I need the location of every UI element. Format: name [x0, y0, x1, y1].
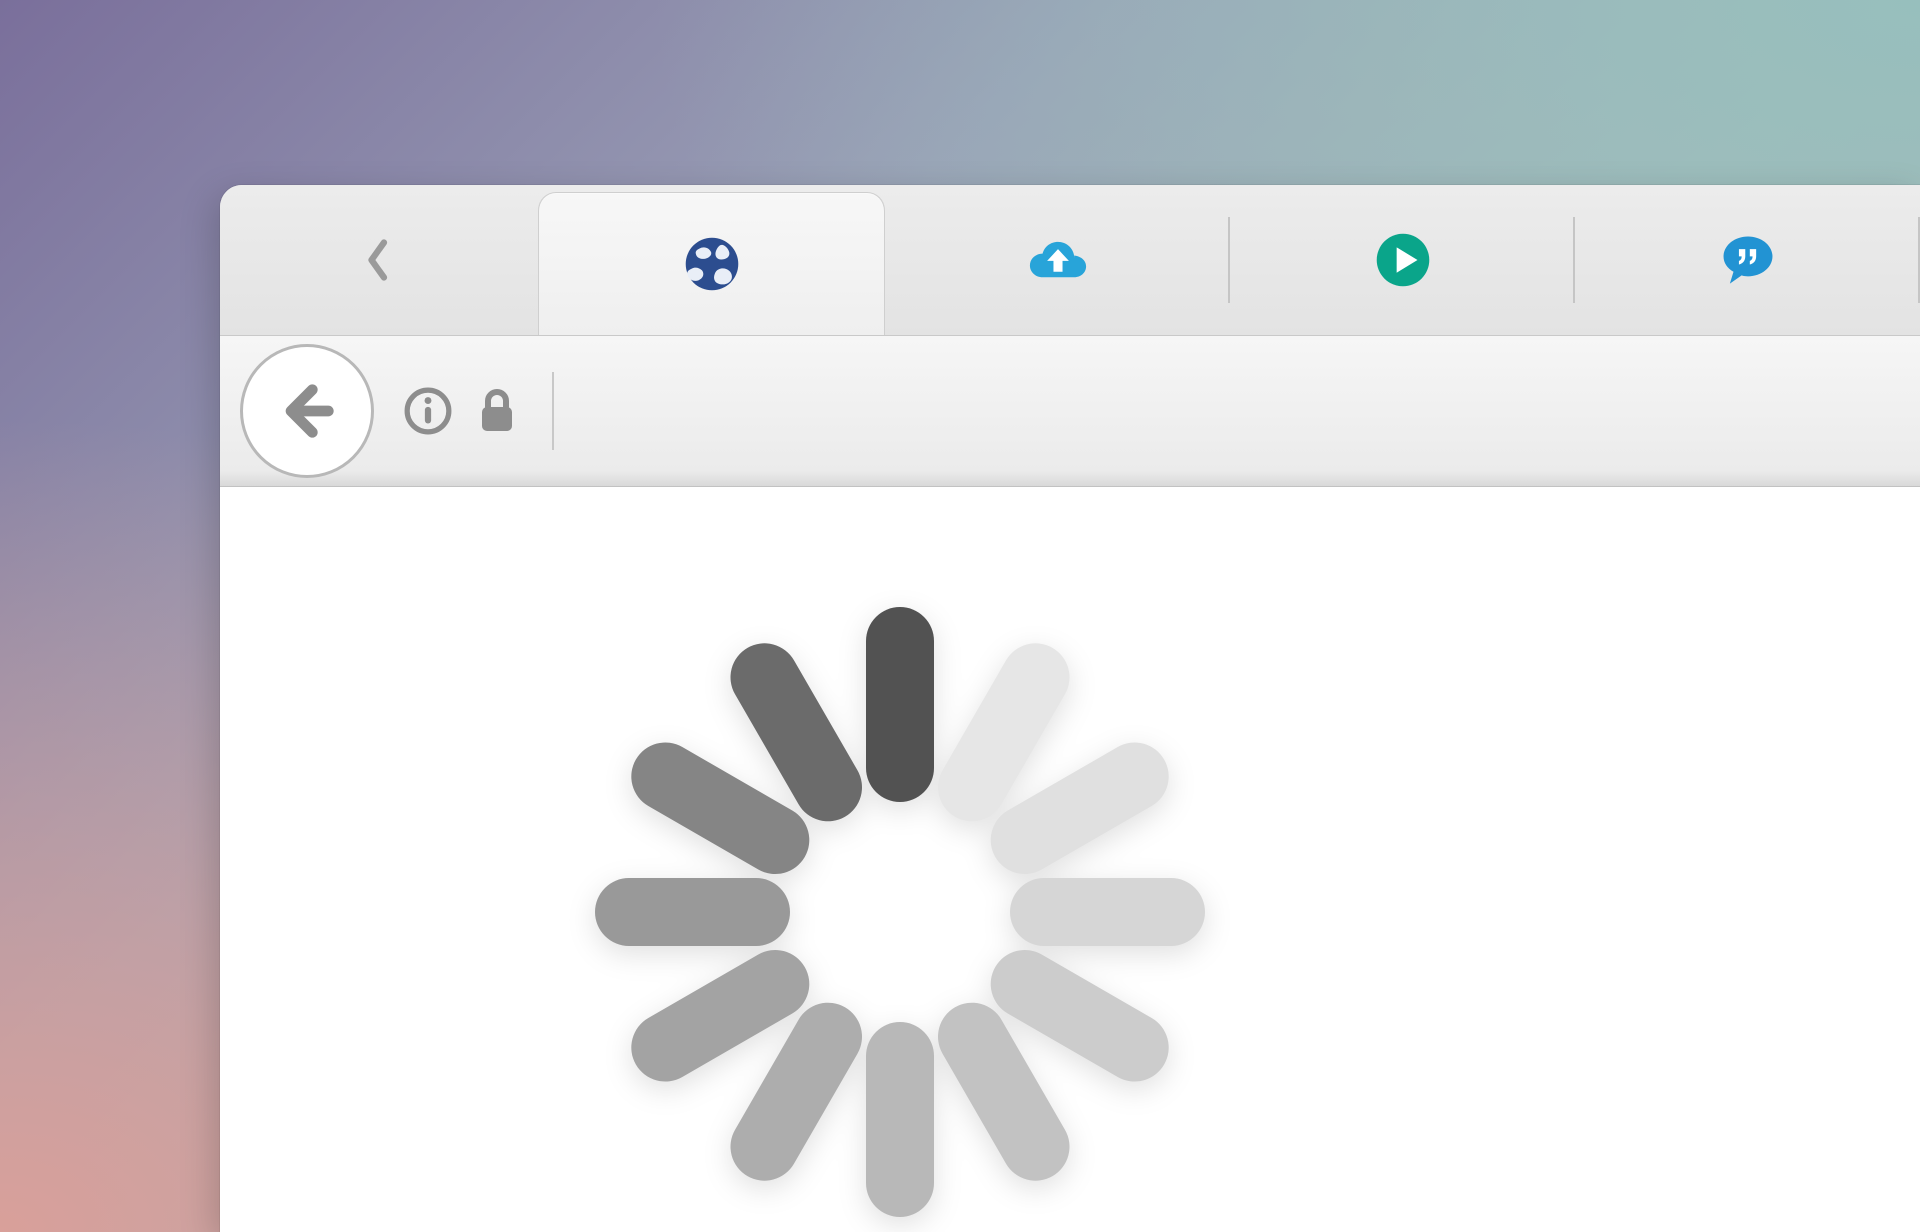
lock-icon: [477, 387, 517, 435]
tab-play[interactable]: [1230, 185, 1575, 335]
cloud-upload-icon: [1029, 231, 1087, 289]
lock-indicator[interactable]: [476, 386, 518, 436]
browser-window: [220, 185, 1920, 1232]
tab-strip: [220, 185, 1920, 336]
chevron-left-icon: [364, 237, 394, 283]
tab-globe[interactable]: [538, 193, 885, 335]
navigation-toolbar: [220, 336, 1920, 487]
globe-icon: [683, 235, 741, 293]
site-info-button[interactable]: [402, 385, 454, 437]
info-icon: [403, 386, 453, 436]
spinner-spoke: [1010, 878, 1205, 946]
chat-quote-icon: [1719, 231, 1777, 289]
tab-overflow-back[interactable]: [220, 185, 538, 335]
spinner-spoke: [866, 607, 934, 802]
address-bar[interactable]: [576, 370, 1920, 452]
back-button[interactable]: [240, 344, 374, 478]
loading-spinner: [595, 607, 1205, 1217]
address-separator: [552, 372, 554, 450]
spinner-spoke: [866, 1022, 934, 1217]
page-content: [220, 487, 1920, 1232]
play-icon: [1374, 231, 1432, 289]
tab-chat[interactable]: [1575, 185, 1920, 335]
desktop-background: [0, 0, 1920, 1232]
tab-cloud-upload[interactable]: [885, 185, 1230, 335]
back-arrow-icon: [275, 379, 339, 443]
spinner-spoke: [595, 878, 790, 946]
